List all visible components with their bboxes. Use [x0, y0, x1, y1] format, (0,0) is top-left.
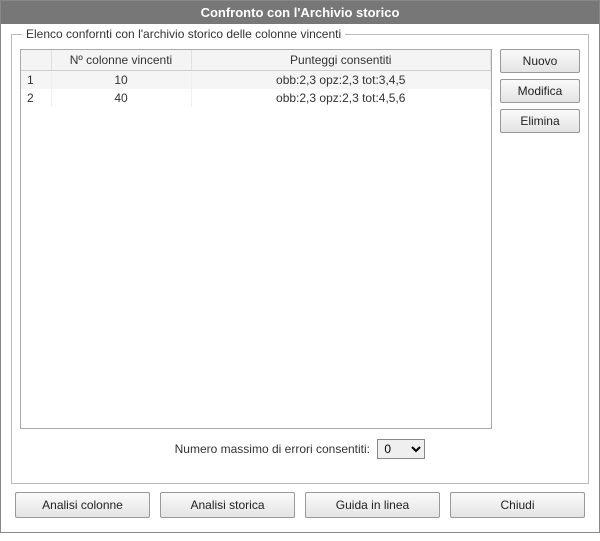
table-header-row: Nº colonne vincenti Punteggi consentiti — [21, 50, 491, 71]
table-row[interactable]: 240obb:2,3 opz:2,3 tot:4,5,6 — [21, 89, 491, 107]
fieldset-body: Nº colonne vincenti Punteggi consentiti … — [20, 43, 580, 429]
close-button[interactable]: Chiudi — [450, 492, 585, 518]
cell-winning-columns: 40 — [51, 89, 191, 107]
col-header-winning-columns[interactable]: Nº colonne vincenti — [51, 50, 191, 71]
window-title: Confronto con l'Archivio storico — [201, 5, 400, 20]
max-errors-label: Numero massimo di errori consentiti: — [175, 442, 370, 456]
column-analysis-button[interactable]: Analisi colonne — [15, 492, 150, 518]
cell-index: 2 — [21, 89, 51, 107]
table-row[interactable]: 110obb:2,3 opz:2,3 tot:3,4,5 — [21, 71, 491, 90]
comparison-table: Nº colonne vincenti Punteggi consentiti … — [21, 50, 491, 107]
online-help-button[interactable]: Guida in linea — [305, 492, 440, 518]
cell-index: 1 — [21, 71, 51, 90]
cell-winning-columns: 10 — [51, 71, 191, 90]
max-errors-row: Numero massimo di errori consentiti: 0 — [20, 439, 580, 459]
cell-allowed-scores: obb:2,3 opz:2,3 tot:3,4,5 — [191, 71, 491, 90]
comparison-table-wrap: Nº colonne vincenti Punteggi consentiti … — [20, 49, 492, 429]
fieldset-legend: Elenco confornti con l'archivio storico … — [22, 27, 345, 41]
max-errors-select[interactable]: 0 — [377, 439, 425, 459]
title-bar: Confronto con l'Archivio storico — [1, 1, 599, 24]
comparison-fieldset: Elenco confornti con l'archivio storico … — [11, 34, 589, 484]
col-header-allowed-scores[interactable]: Punteggi consentiti — [191, 50, 491, 71]
delete-button[interactable]: Elimina — [500, 109, 580, 133]
content-area: Elenco confornti con l'archivio storico … — [1, 24, 599, 532]
new-button[interactable]: Nuovo — [500, 49, 580, 73]
historical-analysis-button[interactable]: Analisi storica — [160, 492, 295, 518]
side-button-group: Nuovo Modifica Elimina — [500, 49, 580, 429]
dialog-window: Confronto con l'Archivio storico Elenco … — [0, 0, 600, 533]
footer-button-group: Analisi colonne Analisi storica Guida in… — [11, 492, 589, 522]
edit-button[interactable]: Modifica — [500, 79, 580, 103]
cell-allowed-scores: obb:2,3 opz:2,3 tot:4,5,6 — [191, 89, 491, 107]
col-header-index[interactable] — [21, 50, 51, 71]
